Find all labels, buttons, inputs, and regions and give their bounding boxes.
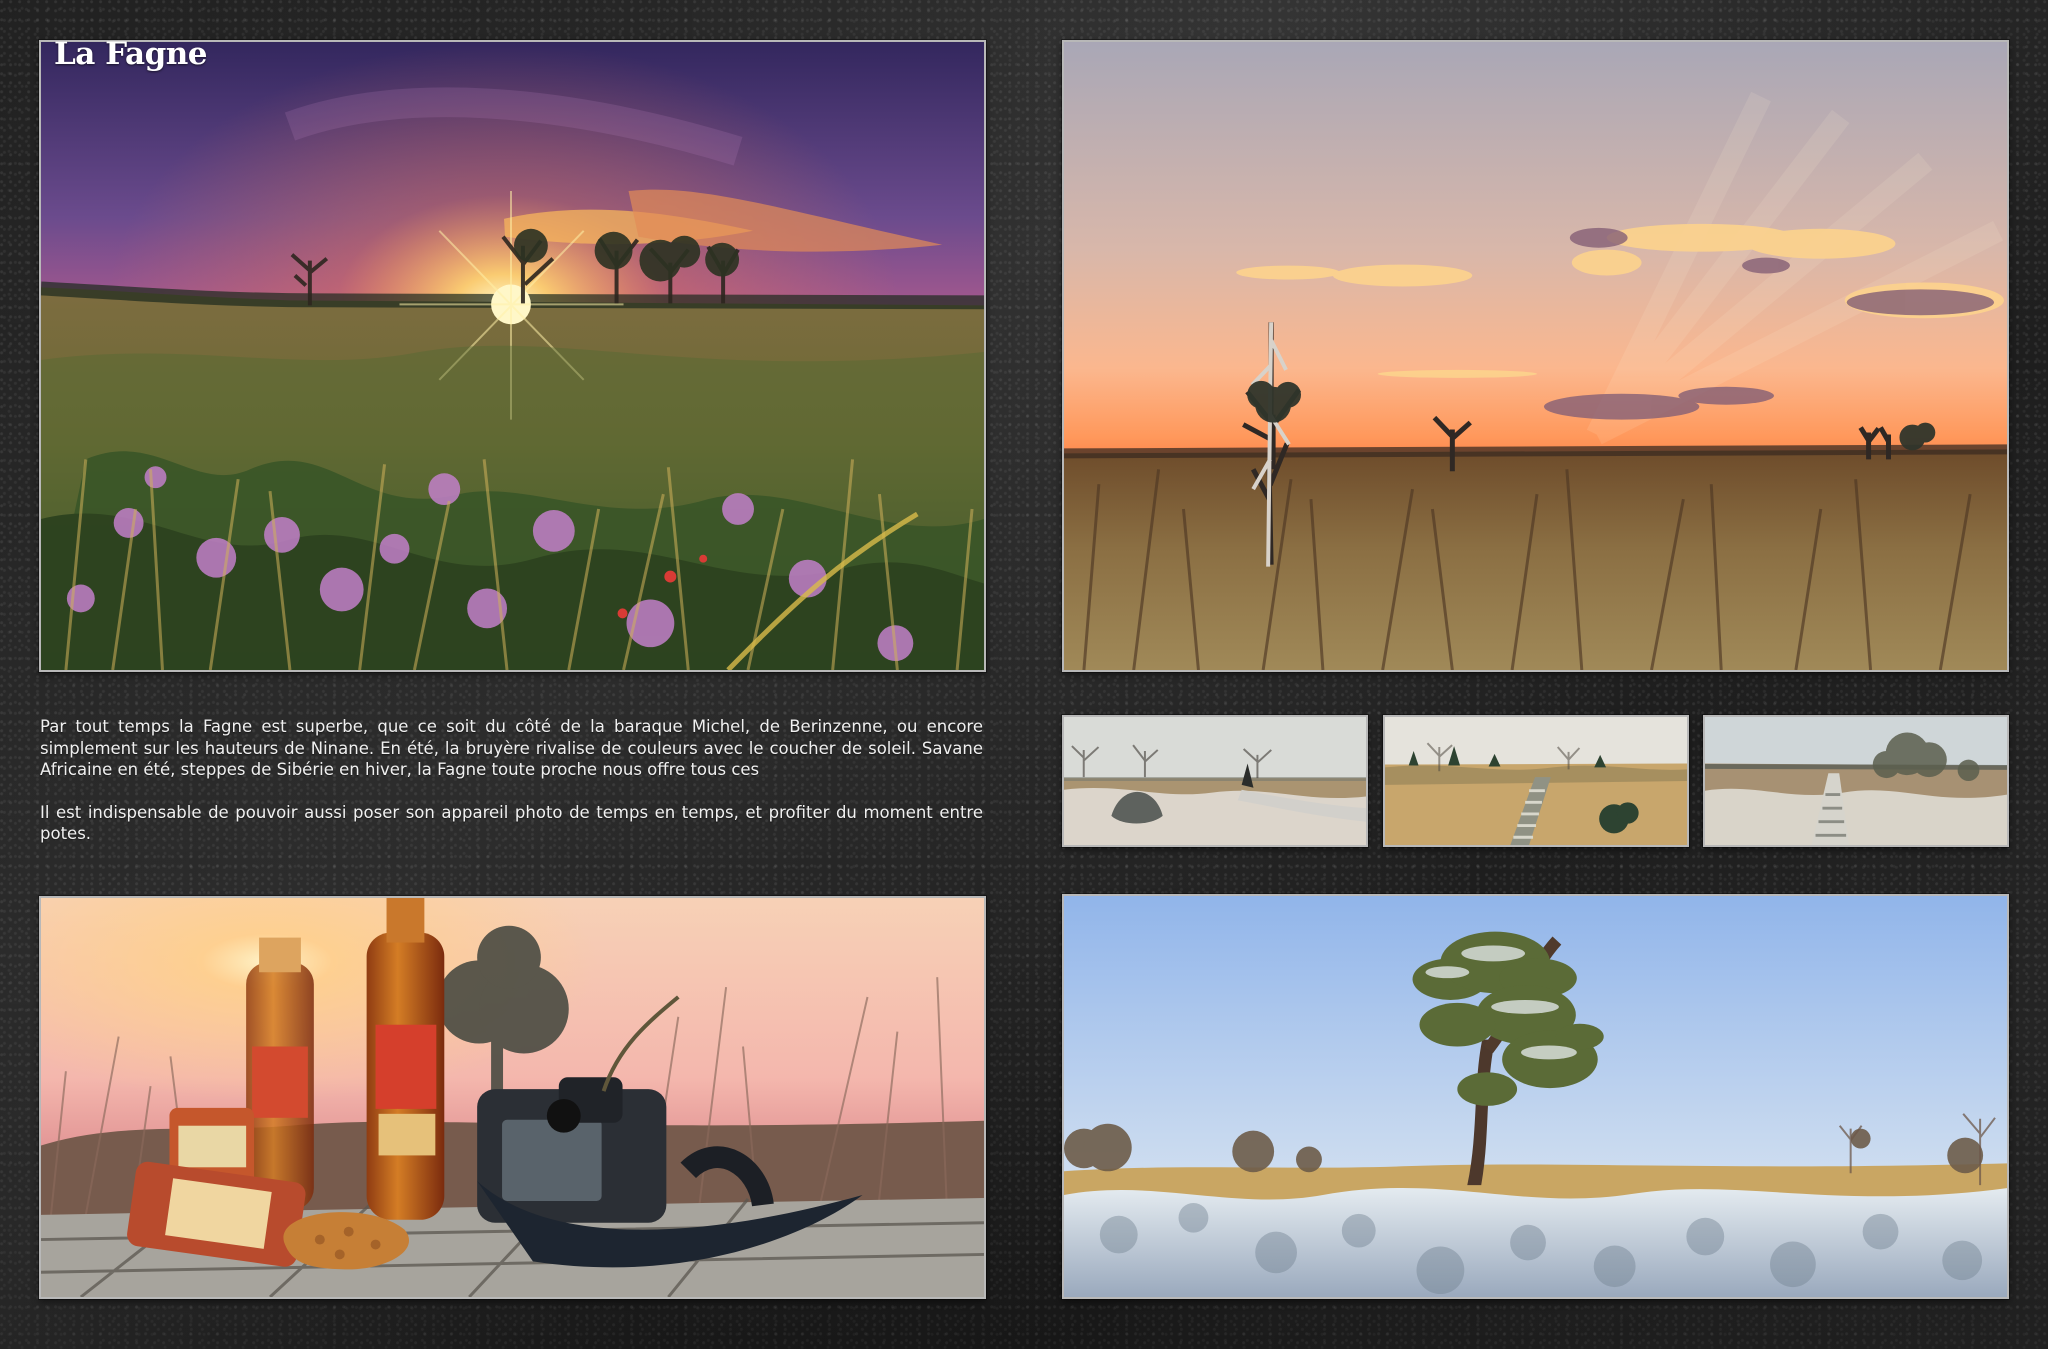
photo-book-page: La Fagne Par tout temps la Fagne est sup…: [0, 0, 2048, 1349]
page-title: La Fagne: [54, 36, 208, 72]
boardwalk-field-thumbnail: [1383, 715, 1689, 847]
beer-and-camera-photo: [39, 896, 986, 1299]
story-paragraph-1: Par tout temps la Fagne est superbe, que…: [40, 717, 983, 779]
winter-tree-photo: [1062, 894, 2009, 1299]
heather-sunset-photo: [39, 40, 986, 672]
snow-boardwalk-thumbnail: [1703, 715, 2009, 847]
story-paragraph-2: Il est indispensable de pouvoir aussi po…: [40, 802, 983, 844]
snowy-moor-stone-thumbnail: [1062, 715, 1368, 847]
story-text: Par tout temps la Fagne est superbe, que…: [40, 716, 983, 845]
moorland-sunset-photo: [1062, 40, 2009, 672]
